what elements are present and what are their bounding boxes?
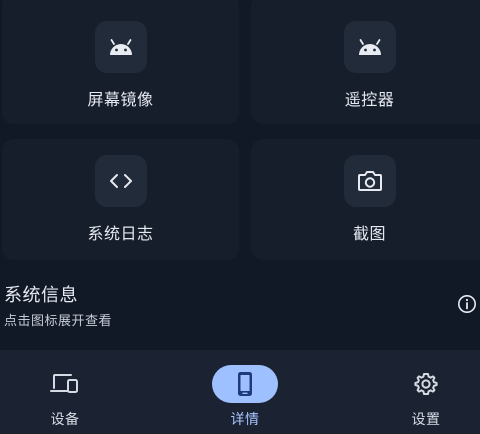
android-icon [109,39,132,55]
screenshot-label: 截图 [352,224,386,243]
nav-details-indicator [212,365,278,403]
remote-control-label: 遥控器 [344,90,395,109]
gear-icon [414,373,438,395]
android-icon-box [94,21,147,73]
system-log-card[interactable]: 系统日志 [2,139,239,260]
nav-settings-indicator [393,365,459,403]
nav-details[interactable]: 详情 [190,350,300,434]
system-info-subtitle: 点击图标展开查看 [4,314,113,329]
bottom-navigation: 设备 详情 设置 [0,350,480,434]
nav-settings[interactable]: 设置 [371,350,480,434]
screen-mirror-card[interactable]: 屏幕镜像 [2,0,239,124]
camera-icon [357,171,382,191]
screen-mirror-label: 屏幕镜像 [87,90,154,109]
devices-icon [50,374,78,393]
system-info-title: 系统信息 [4,285,78,306]
android-icon-box [343,21,396,73]
system-info-section: 系统信息 点击图标展开查看 [0,280,480,340]
code-icon-box [94,155,147,207]
nav-devices-label: 设备 [50,412,80,428]
android-icon [358,39,381,55]
info-icon[interactable] [457,294,477,314]
camera-icon-box [343,155,396,207]
screenshot-card[interactable]: 截图 [251,139,480,260]
nav-devices-indicator [32,365,98,403]
phone-icon [238,372,252,396]
code-icon [109,174,132,188]
system-log-label: 系统日志 [87,224,154,243]
nav-devices[interactable]: 设备 [10,350,120,434]
nav-settings-label: 设置 [411,412,441,428]
remote-control-card[interactable]: 遥控器 [251,0,480,124]
nav-details-label: 详情 [230,412,260,428]
